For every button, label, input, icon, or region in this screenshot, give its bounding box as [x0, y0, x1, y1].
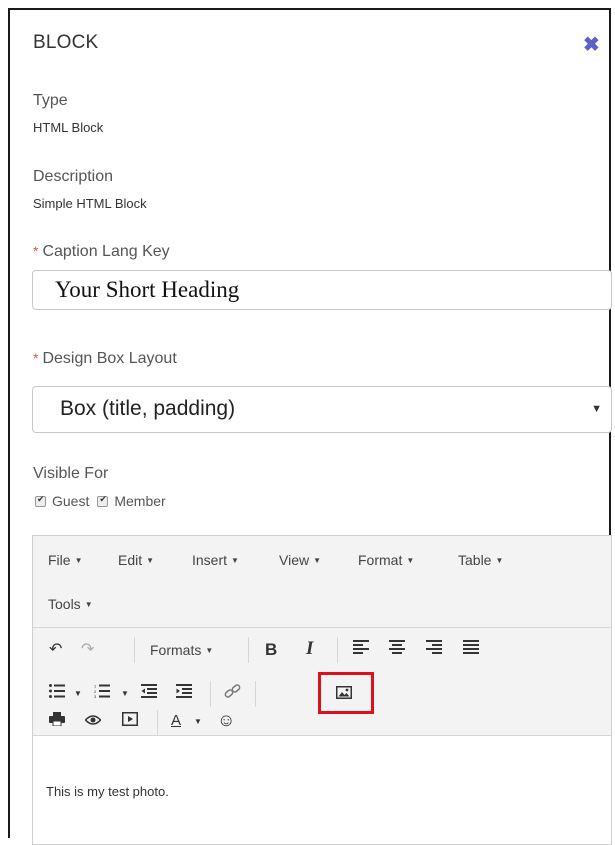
align-left-icon[interactable]: [353, 640, 369, 660]
menu-format[interactable]: Format ▼: [358, 552, 414, 568]
chevron-down-icon[interactable]: ▼: [194, 712, 202, 732]
align-right-icon[interactable]: [426, 640, 442, 660]
formats-dropdown[interactable]: Formats ▼: [150, 640, 213, 661]
guest-checkbox[interactable]: [35, 494, 46, 507]
redo-icon[interactable]: ↷: [81, 640, 94, 660]
caption-lang-key-input[interactable]: Your Short Heading: [32, 270, 612, 310]
description-label: Description: [33, 168, 114, 185]
html-editor: File ▼ Edit ▼ Insert ▼ View ▼ Format ▼ Table ▼…: [32, 535, 612, 845]
visible-for-label: Visible For: [33, 465, 109, 482]
layout-selected-value: Box (title, padding): [60, 397, 236, 420]
type-label: Type: [33, 92, 68, 109]
toolbar-separator: [210, 681, 211, 707]
bold-button[interactable]: B: [265, 640, 277, 660]
description-value: Simple HTML Block: [33, 196, 147, 211]
chevron-down-icon[interactable]: ▼: [74, 684, 82, 704]
media-icon[interactable]: [122, 712, 138, 732]
design-box-layout-select[interactable]: Box (title, padding) ▼: [32, 386, 612, 433]
menu-tools[interactable]: Tools ▼: [48, 596, 93, 612]
outdent-icon[interactable]: [141, 684, 157, 704]
panel-title: BLOCK: [33, 32, 99, 53]
close-icon[interactable]: ✖: [583, 32, 600, 57]
menu-edit[interactable]: Edit ▼: [118, 552, 154, 568]
align-center-icon[interactable]: [389, 640, 405, 660]
toolbar-separator: [255, 681, 256, 707]
italic-button[interactable]: I: [306, 639, 313, 659]
menu-insert[interactable]: Insert ▼: [192, 552, 239, 568]
member-label: Member: [114, 493, 166, 509]
print-icon[interactable]: [49, 712, 65, 732]
guest-label: Guest: [52, 493, 90, 509]
preview-icon[interactable]: [84, 712, 102, 732]
image-button-highlight: [318, 672, 374, 714]
menu-file[interactable]: File ▼: [48, 552, 82, 568]
visible-for-options: Guest Member: [35, 493, 166, 509]
bullet-list-icon[interactable]: [49, 684, 65, 704]
menu-table[interactable]: Table ▼: [458, 552, 503, 568]
required-marker: *: [33, 350, 39, 366]
chevron-down-icon[interactable]: ▼: [121, 684, 129, 704]
svg-text:1: 1: [94, 684, 97, 689]
design-box-layout-label: * Design Box Layout: [33, 350, 177, 368]
layout-label-text: Design Box Layout: [42, 350, 177, 367]
editor-content[interactable]: This is my test photo.: [46, 784, 169, 799]
svg-text:3: 3: [94, 694, 97, 698]
type-value: HTML Block: [33, 120, 104, 135]
link-icon[interactable]: [224, 683, 242, 705]
align-justify-icon[interactable]: [463, 640, 479, 660]
toolbar-separator: [337, 637, 338, 663]
numbered-list-icon[interactable]: 123: [94, 684, 110, 704]
block-settings-panel: BLOCK ✖ Type HTML Block Description Simp…: [8, 8, 612, 845]
editor-toolbar: ↶ ↷ Formats ▼ B I ▼ 1 2 3 ▼ A ▼ ☺: [33, 628, 611, 736]
required-marker: *: [33, 243, 39, 259]
toolbar-separator: [157, 710, 158, 736]
text-color-button[interactable]: A: [171, 711, 181, 731]
member-checkbox[interactable]: [97, 494, 109, 507]
editor-menubar: File ▼ Edit ▼ Insert ▼ View ▼ Format ▼ Table ▼…: [33, 536, 611, 628]
menu-view[interactable]: View ▼: [279, 552, 321, 568]
caption-lang-key-label: * Caption Lang Key: [33, 243, 170, 261]
toolbar-separator: [134, 637, 135, 663]
undo-icon[interactable]: ↶: [49, 640, 62, 660]
toolbar-separator: [248, 637, 249, 663]
emoticon-icon[interactable]: ☺: [217, 710, 235, 730]
caret-down-icon: ▼: [591, 403, 602, 415]
caption-label-text: Caption Lang Key: [42, 243, 170, 260]
indent-icon[interactable]: [176, 684, 192, 704]
